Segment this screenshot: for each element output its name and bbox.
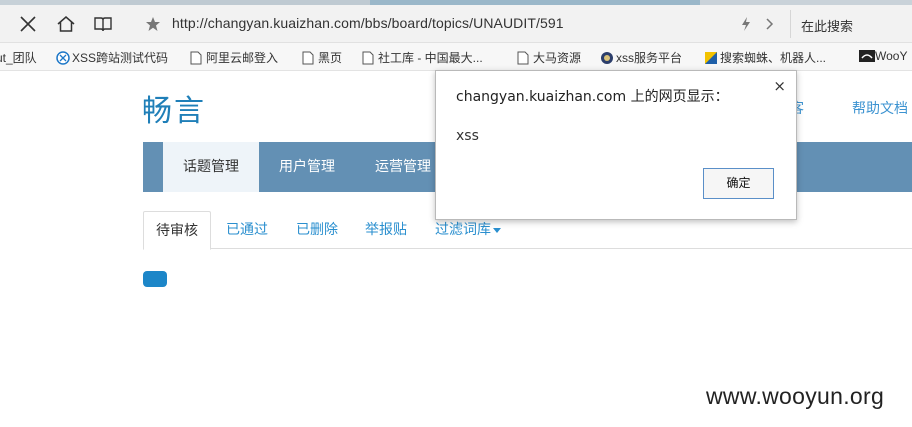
- favorite-star-icon[interactable]: [135, 5, 171, 43]
- bookmark-item[interactable]: XSS跨站测试代码: [56, 49, 168, 66]
- caret-down-icon: [493, 227, 501, 233]
- bookmark-label: 阿里云邮登入: [206, 51, 279, 65]
- cia-icon: [600, 51, 613, 65]
- page-icon: [302, 51, 314, 65]
- bookmark-item[interactable]: 大马资源: [517, 49, 581, 66]
- tab-approved[interactable]: 已通过: [226, 211, 268, 249]
- xss-icon: [56, 50, 70, 65]
- bookmark-item[interactable]: 黑页: [302, 49, 342, 66]
- alert-dialog: changyan.kuaizhan.com 上的网页显示： × xss 确定: [435, 70, 797, 220]
- wooyun-icon: [859, 49, 875, 63]
- dialog-title: changyan.kuaizhan.com 上的网页显示：: [456, 89, 729, 105]
- close-icon[interactable]: ×: [773, 77, 786, 95]
- tab-filter-words-label: 过滤词库: [435, 222, 491, 238]
- bookmark-label: WooY: [875, 49, 908, 63]
- tab-pending-label: 待审核: [156, 223, 198, 239]
- shield-icon: [704, 51, 717, 65]
- watermark: www.wooyun.org: [706, 383, 885, 409]
- bookmark-item[interactable]: xss服务平台: [600, 49, 682, 66]
- bookmark-label: 黑页: [318, 51, 343, 65]
- tab-deleted[interactable]: 已删除: [296, 211, 338, 249]
- bookmark-item[interactable]: ut_团队: [0, 49, 37, 66]
- address-bar: http://changyan.kuaizhan.com/bbs/board/t…: [0, 5, 912, 43]
- bookmark-item[interactable]: 搜索蜘蛛、机器人...: [704, 49, 826, 66]
- url-text[interactable]: http://changyan.kuaizhan.com/bbs/board/t…: [172, 15, 564, 31]
- stop-icon[interactable]: [10, 5, 46, 43]
- bookmarks-bar: ut_团队 XSS跨站测试代码 阿里云邮登入 黑页 社工库 - 中国最大... …: [0, 43, 912, 71]
- search-placeholder: 在此搜索: [801, 20, 854, 35]
- page-icon: [517, 51, 529, 65]
- bookmark-item[interactable]: 社工库 - 中国最大...: [362, 49, 483, 66]
- bookmark-label: 搜索蜘蛛、机器人...: [720, 51, 827, 65]
- bookmark-label: 大马资源: [533, 51, 582, 65]
- ok-button[interactable]: 确定: [703, 168, 774, 199]
- nav-user-management[interactable]: 用户管理: [259, 142, 355, 192]
- bookmark-label: XSS跨站测试代码: [72, 51, 169, 65]
- dialog-message: xss: [456, 128, 479, 144]
- tab-pending[interactable]: 待审核: [143, 211, 211, 250]
- bookmark-label: xss服务平台: [616, 51, 683, 65]
- home-icon[interactable]: [48, 5, 84, 43]
- help-docs-link[interactable]: 帮助文档: [852, 98, 908, 118]
- action-button[interactable]: [143, 271, 167, 287]
- nav-topic-management[interactable]: 话题管理: [163, 142, 259, 192]
- page-icon: [190, 51, 202, 65]
- site-logo[interactable]: 畅言: [142, 86, 206, 130]
- page-icon: [362, 51, 374, 65]
- bookmark-label: 社工库 - 中国最大...: [378, 51, 483, 65]
- tab-reported[interactable]: 举报贴: [365, 211, 407, 249]
- chevron-right-icon[interactable]: [752, 5, 788, 43]
- search-input[interactable]: 在此搜索: [790, 10, 912, 38]
- bookmark-label: ut_团队: [0, 51, 37, 65]
- reading-view-icon[interactable]: [85, 5, 121, 43]
- bookmark-item[interactable]: WooY: [859, 49, 907, 63]
- bookmark-item[interactable]: 阿里云邮登入: [190, 49, 278, 66]
